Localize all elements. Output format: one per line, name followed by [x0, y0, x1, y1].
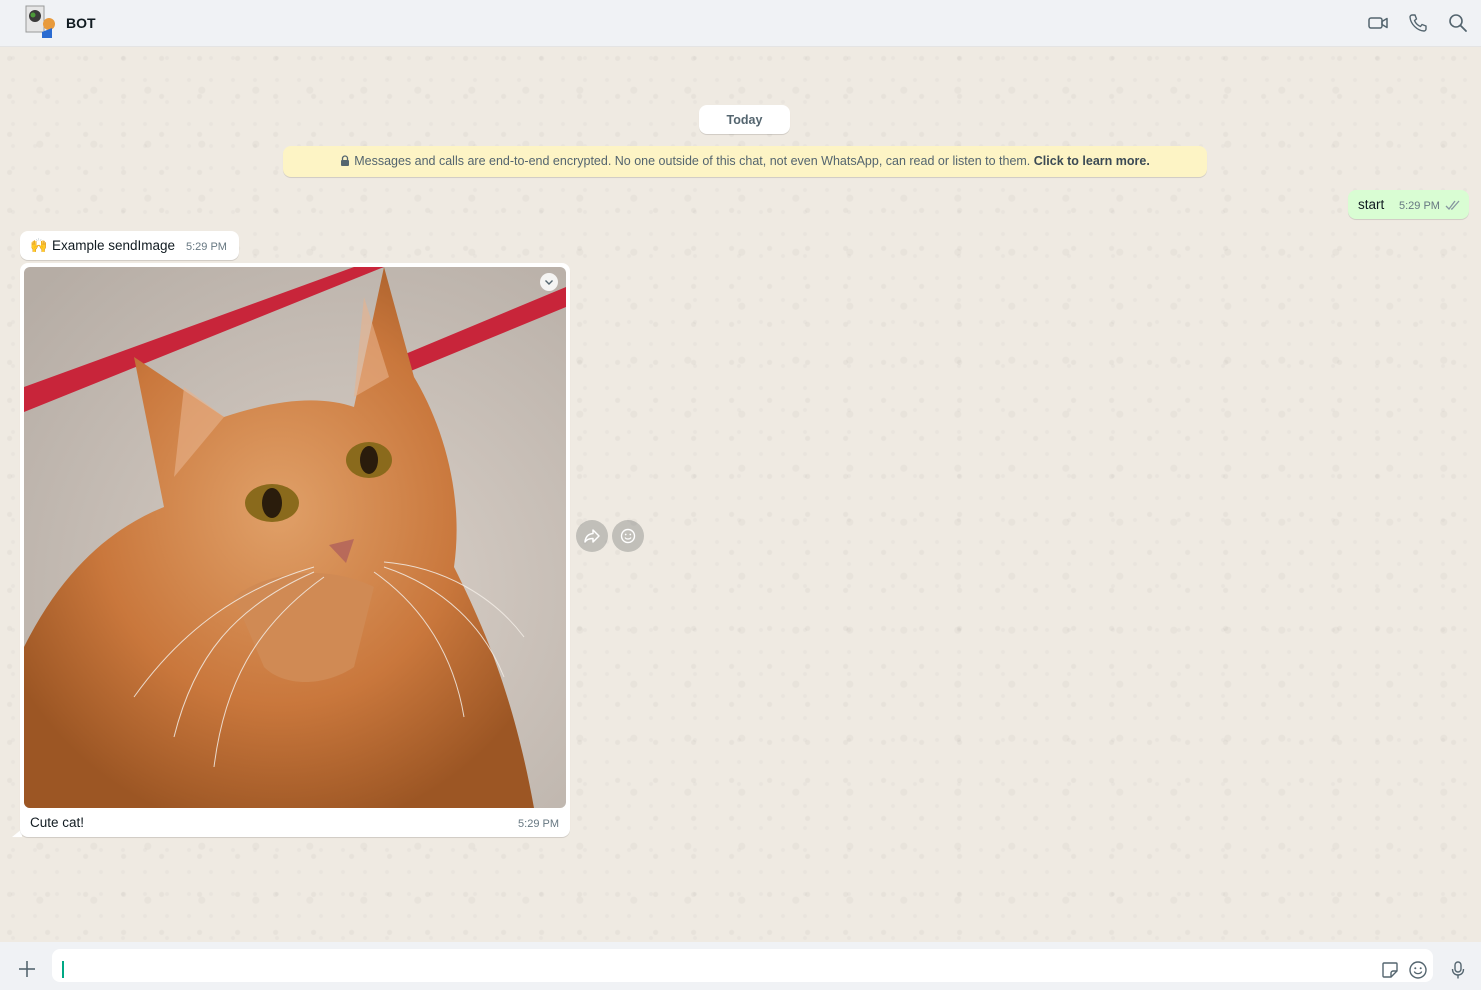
- encryption-notice[interactable]: Messages and calls are end-to-end encryp…: [283, 146, 1207, 177]
- incoming-message[interactable]: 🙌 Example sendImage 5:29 PM: [20, 231, 239, 260]
- double-check-icon: [1445, 200, 1460, 210]
- message-time: 5:29 PM: [518, 818, 559, 830]
- date-divider: Today: [699, 105, 790, 134]
- chat-header: BOT: [0, 0, 1481, 47]
- emoji-icon: [620, 528, 636, 544]
- voice-call-icon[interactable]: [1407, 12, 1429, 34]
- react-button[interactable]: [612, 520, 644, 552]
- contact-name[interactable]: BOT: [66, 15, 96, 31]
- text-caret: [62, 961, 64, 978]
- emoji-icon[interactable]: [1408, 960, 1428, 980]
- message-input[interactable]: [52, 949, 1433, 982]
- forward-icon: [584, 529, 600, 543]
- chat-area[interactable]: Today Messages and calls are end-to-end …: [2, 47, 1481, 942]
- lock-icon: [341, 155, 350, 166]
- plus-icon[interactable]: [16, 958, 38, 980]
- message-time: 5:29 PM: [186, 241, 227, 253]
- chevron-down-icon[interactable]: [540, 273, 558, 291]
- search-icon[interactable]: [1447, 12, 1469, 34]
- outgoing-message[interactable]: start 5:29 PM: [1348, 190, 1469, 219]
- message-text: Example sendImage: [52, 238, 176, 253]
- message-text: start: [1358, 197, 1385, 212]
- sticker-icon[interactable]: [1380, 960, 1400, 980]
- video-call-icon[interactable]: [1367, 12, 1389, 34]
- message-time: 5:29 PM: [1399, 200, 1440, 212]
- encryption-notice-text: Messages and calls are end-to-end encryp…: [354, 154, 1031, 168]
- cat-photo[interactable]: [24, 267, 566, 808]
- raising-hands-emoji: 🙌: [30, 237, 48, 253]
- incoming-image-message[interactable]: Cute cat! 5:29 PM: [20, 263, 570, 837]
- contact-avatar[interactable]: [22, 4, 58, 40]
- learn-more-link[interactable]: Click to learn more.: [1034, 154, 1150, 168]
- microphone-icon[interactable]: [1448, 960, 1468, 980]
- forward-button[interactable]: [576, 520, 608, 552]
- image-caption: Cute cat!: [30, 815, 85, 830]
- compose-bar: [0, 942, 1481, 990]
